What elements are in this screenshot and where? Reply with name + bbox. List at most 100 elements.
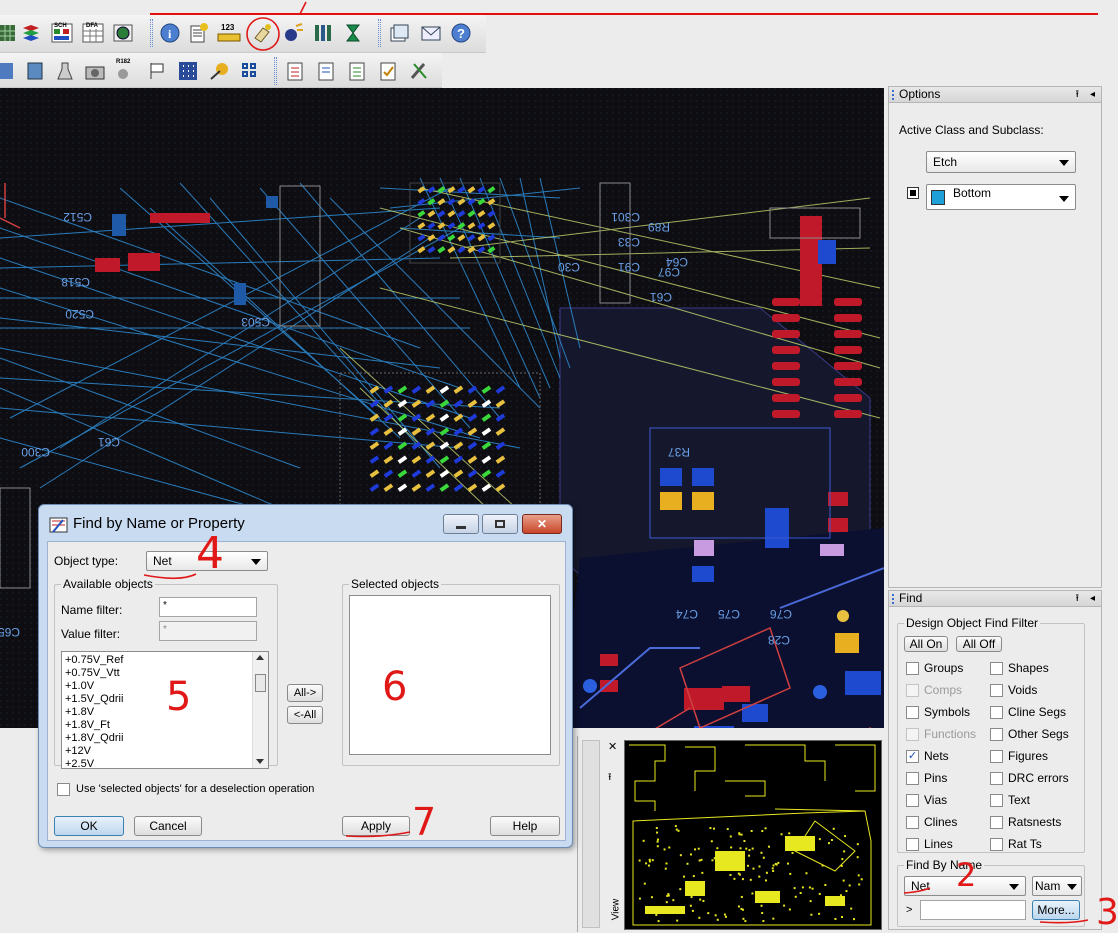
flag-icon[interactable] — [144, 58, 170, 84]
list-item[interactable]: +1.8V — [62, 706, 268, 719]
name-filter-input[interactable]: * — [159, 597, 257, 617]
minimap-scrollbar[interactable] — [582, 740, 600, 928]
info-icon[interactable]: i — [157, 20, 183, 46]
highlight-icon[interactable] — [249, 20, 275, 46]
filter-checkbox-groups[interactable] — [906, 662, 919, 675]
list-scrollbar[interactable] — [252, 652, 268, 768]
check-report-icon[interactable] — [375, 58, 401, 84]
dehighlight-icon[interactable] — [280, 20, 306, 46]
report2-icon[interactable] — [313, 58, 339, 84]
window-icon[interactable] — [386, 20, 412, 46]
selected-objects-group: Selected objects — [342, 577, 560, 766]
filter-label-cline-segs: Cline Segs — [1008, 705, 1067, 719]
find-name-input[interactable] — [920, 900, 1026, 920]
minimize-button[interactable] — [443, 514, 479, 534]
scroll-thumb[interactable] — [255, 674, 266, 692]
move-all-right-button[interactable]: All-> — [287, 684, 323, 702]
list-item[interactable]: +1.5V_Qdrii — [62, 693, 268, 706]
list-item[interactable]: +1.8V_Qdrii — [62, 732, 268, 745]
apply-button[interactable]: Apply — [342, 816, 410, 836]
pin-icon[interactable]: ⭱ — [1076, 591, 1080, 606]
filter-checkbox-drc-errors[interactable] — [990, 772, 1003, 785]
class-select[interactable]: Etch — [926, 151, 1076, 173]
camera-icon[interactable] — [82, 58, 108, 84]
all-on-button[interactable]: All On — [904, 636, 948, 652]
book-icon[interactable] — [22, 58, 48, 84]
filter-checkbox-nets[interactable]: ✓ — [906, 750, 919, 763]
find-mode-select[interactable]: Nam — [1032, 876, 1082, 896]
maximize-button[interactable] — [482, 514, 518, 534]
list-item[interactable]: +1.8V_Ft — [62, 719, 268, 732]
filter-checkbox-voids[interactable] — [990, 684, 1003, 697]
sch-icon[interactable]: SCH — [49, 20, 75, 46]
filter-checkbox-vias[interactable] — [906, 794, 919, 807]
value-filter-input[interactable]: * — [159, 621, 257, 641]
tools-icon[interactable] — [406, 58, 432, 84]
filter-checkbox-cline-segs[interactable] — [990, 706, 1003, 719]
dots-icon[interactable] — [175, 58, 201, 84]
move-all-left-button[interactable]: <-All — [287, 706, 323, 724]
filter-label-shapes: Shapes — [1008, 661, 1049, 675]
report-icon[interactable] — [282, 58, 308, 84]
panel-menu-icon[interactable]: ◂ — [1090, 591, 1095, 606]
selected-objects-title: Selected objects — [349, 577, 442, 591]
db-icon[interactable] — [0, 58, 18, 84]
selected-objects-list[interactable] — [349, 595, 551, 755]
ruler-icon[interactable]: 123 — [216, 20, 242, 46]
help-icon[interactable]: ? — [448, 20, 474, 46]
list-icon[interactable] — [186, 20, 212, 46]
report3-icon[interactable] — [344, 58, 370, 84]
deselect-checkbox[interactable] — [57, 783, 70, 796]
filter-checkbox-pins[interactable] — [906, 772, 919, 785]
list-item[interactable]: +0.75V_Ref — [62, 654, 268, 667]
cancel-button[interactable]: Cancel — [134, 816, 202, 836]
panel-menu-icon[interactable]: ◂ — [1090, 87, 1095, 102]
toolbar-empty-area — [486, 15, 1118, 88]
list-item[interactable]: +12V — [62, 745, 268, 758]
filter-checkbox-lines[interactable] — [906, 838, 919, 851]
refdes-label: C300 — [21, 445, 50, 459]
all-off-button[interactable]: All Off — [956, 636, 1002, 652]
filter-label-comps: Comps — [924, 683, 963, 697]
filter-checkbox-shapes[interactable] — [990, 662, 1003, 675]
color-swatch-small[interactable] — [907, 187, 919, 199]
filter-checkbox-symbols[interactable] — [906, 706, 919, 719]
filter-checkbox-text[interactable] — [990, 794, 1003, 807]
available-objects-list[interactable]: +0.75V_Ref +0.75V_Vtt +1.0V +1.5V_Qdrii +1.8… — [61, 651, 269, 769]
chevron-down-icon — [1059, 160, 1069, 166]
filter-checkbox-clines[interactable] — [906, 816, 919, 829]
flask-icon[interactable] — [52, 58, 78, 84]
filter-checkbox-other-segs[interactable] — [990, 728, 1003, 741]
filter-checkbox-rat-ts[interactable] — [990, 838, 1003, 851]
refdes-icon[interactable]: R182 — [113, 58, 139, 84]
matrix-icon[interactable] — [237, 58, 263, 84]
table-icon[interactable] — [110, 20, 136, 46]
hourglass-icon[interactable] — [340, 20, 366, 46]
filter-checkbox-functions[interactable] — [906, 728, 919, 741]
list-item[interactable]: +2.5V — [62, 758, 268, 768]
filter-checkbox-comps[interactable] — [906, 684, 919, 697]
toolbar-separator — [274, 57, 277, 85]
place-icon[interactable] — [206, 58, 232, 84]
close-icon[interactable]: ✕ — [608, 740, 617, 753]
help-button[interactable]: Help — [490, 816, 560, 836]
dfa-icon[interactable]: DFA — [80, 20, 106, 46]
pin-icon[interactable]: ⭱ — [1076, 87, 1080, 102]
find-filter-title: Design Object Find Filter — [904, 616, 1041, 630]
more-button[interactable]: More... — [1032, 900, 1080, 920]
subclass-select[interactable]: Bottom — [926, 184, 1076, 210]
list-item[interactable]: +0.75V_Vtt — [62, 667, 268, 680]
layers-icon[interactable] — [18, 20, 44, 46]
list-item[interactable]: +1.0V — [62, 680, 268, 693]
bars-icon[interactable] — [310, 20, 336, 46]
ok-button[interactable]: OK — [54, 816, 124, 836]
scroll-up-icon[interactable] — [256, 655, 264, 660]
close-button[interactable]: ✕ — [522, 514, 562, 534]
mail-icon[interactable] — [418, 20, 444, 46]
grid-icon[interactable] — [0, 20, 20, 46]
scroll-down-icon[interactable] — [256, 759, 264, 764]
world-view-minimap[interactable] — [624, 740, 882, 930]
filter-checkbox-figures[interactable] — [990, 750, 1003, 763]
pin-icon[interactable]: ⭱ — [608, 770, 612, 787]
filter-checkbox-ratsnests[interactable] — [990, 816, 1003, 829]
